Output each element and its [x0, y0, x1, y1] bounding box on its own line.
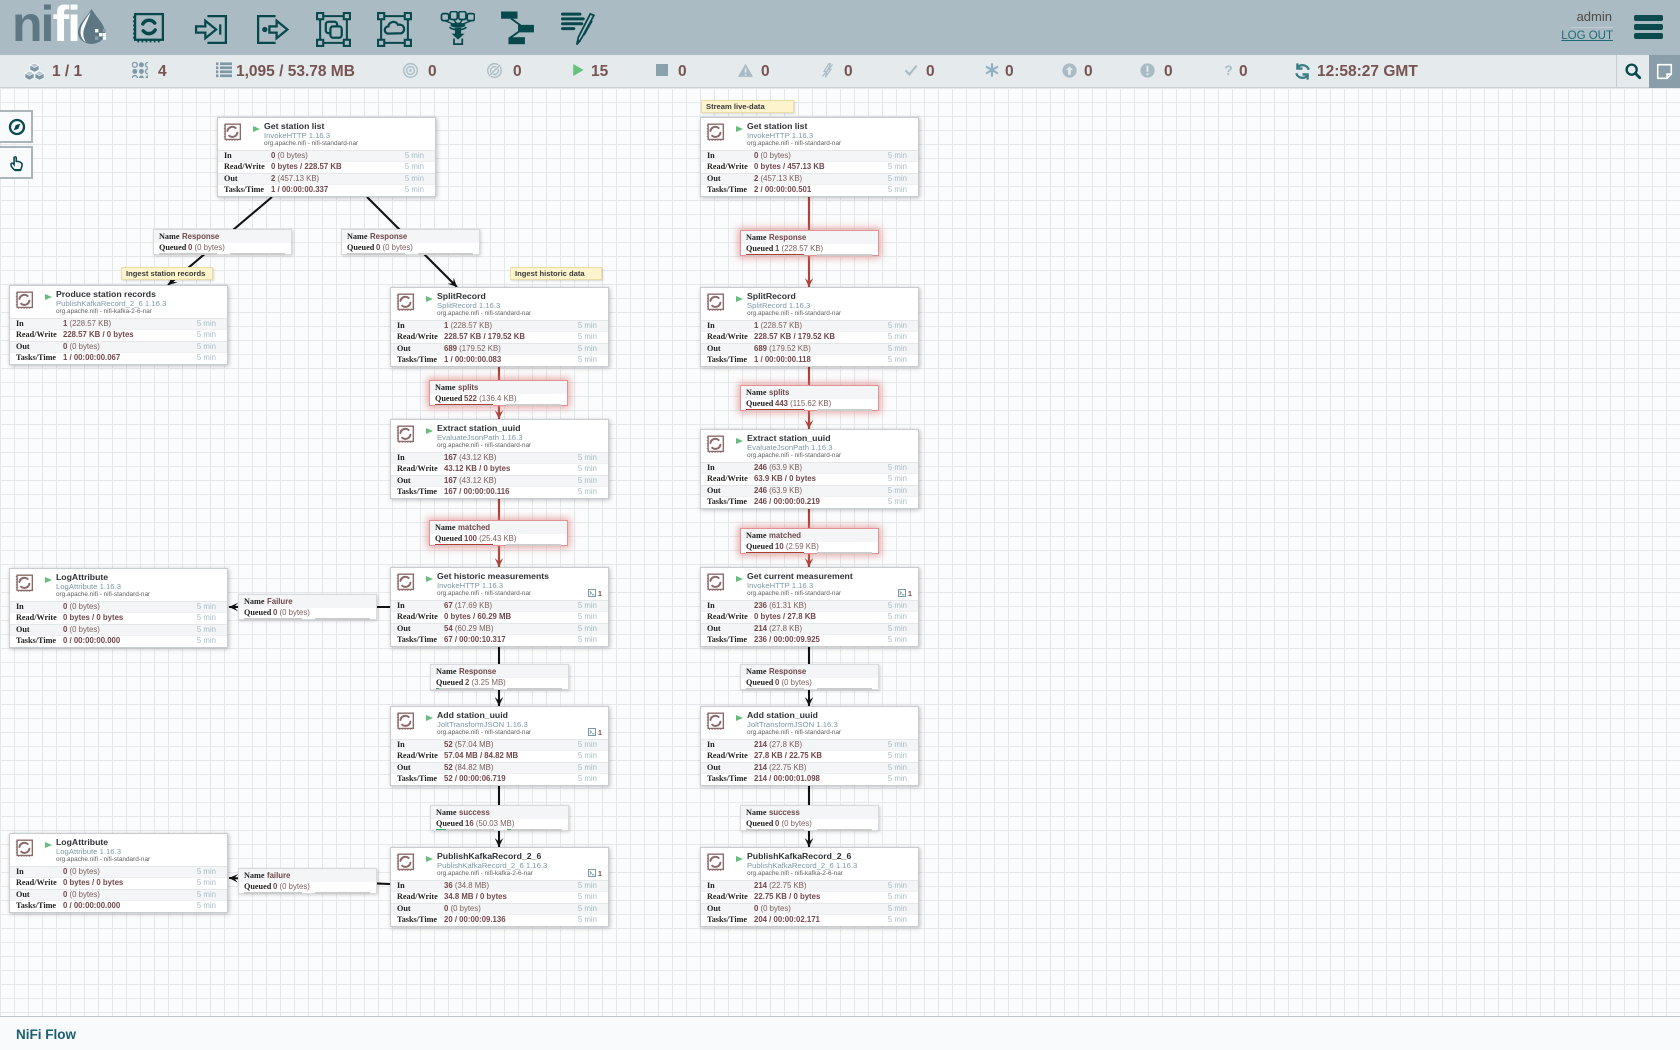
svg-text:?: ? [1224, 63, 1232, 78]
